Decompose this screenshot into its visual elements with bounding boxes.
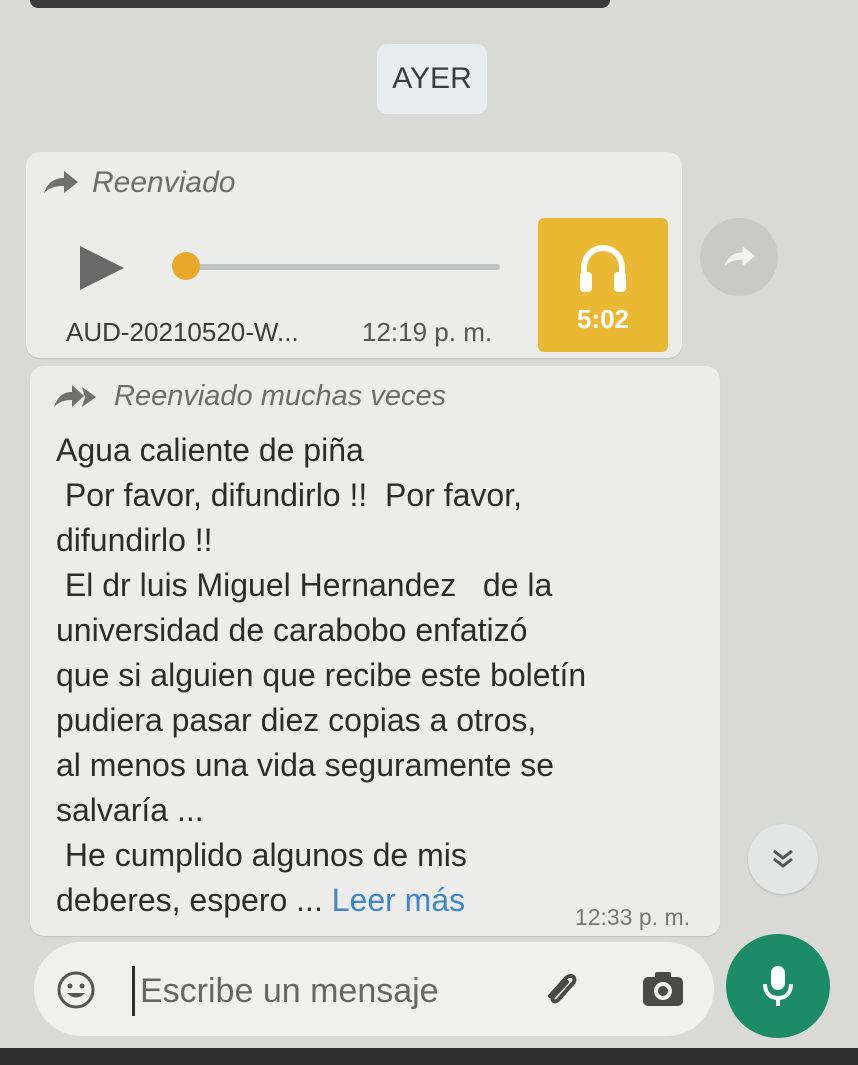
play-icon[interactable] <box>80 246 124 290</box>
audio-message-time: 12:19 p. m. <box>362 317 493 347</box>
microphone-icon <box>763 966 793 1006</box>
message-line: que si alguien que recibe este boletín <box>56 657 587 693</box>
audio-progress-knob[interactable] <box>172 252 200 280</box>
message-composer <box>34 942 714 1036</box>
message-line: salvaría ... <box>56 792 204 828</box>
date-separator: AYER <box>377 44 487 114</box>
audio-duration: 5:02 <box>576 304 630 334</box>
message-input[interactable] <box>138 962 522 1020</box>
message-line: Por favor, difundirlo !! Por favor, <box>56 477 522 513</box>
message-line: He cumplido algunos de mis <box>56 837 467 873</box>
message-line: pudiera pasar diez copias a otros, <box>56 702 537 738</box>
share-button[interactable] <box>700 218 778 296</box>
microphone-button[interactable] <box>726 934 830 1038</box>
message-last-line: deberes, espero ... Leer más <box>56 878 586 923</box>
message-line: Agua caliente de piña <box>56 432 364 468</box>
text-caret <box>132 966 135 1016</box>
message-body: Agua caliente de piña Por favor, difundi… <box>56 428 586 923</box>
read-more-link[interactable]: Leer más <box>332 882 465 918</box>
message-line: al menos una vida seguramente se <box>56 747 555 783</box>
audio-message-bubble[interactable]: Reenviado AUD-20210520-W... 12:19 p. m. … <box>26 152 682 358</box>
forwarded-label: Reenviado <box>92 166 236 199</box>
headphones-icon <box>580 244 626 292</box>
double-forward-icon <box>54 384 96 407</box>
audio-progress-track[interactable] <box>180 264 500 270</box>
forwarded-indicator: Reenviado <box>40 166 235 200</box>
double-chevron-down-icon <box>773 849 793 868</box>
forwarded-many-label: Reenviado muchas veces <box>114 380 447 412</box>
scroll-down-button[interactable] <box>748 824 818 894</box>
paperclip-icon[interactable] <box>538 966 584 1012</box>
forwarded-many-indicator: Reenviado muchas veces <box>50 380 446 413</box>
share-icon <box>724 246 756 266</box>
emoji-icon[interactable] <box>56 970 96 1010</box>
message-line: universidad de carabobo enfatizó <box>56 612 528 648</box>
message-line-text: deberes, espero ... <box>56 882 332 918</box>
audio-thumbnail: 5:02 <box>538 218 668 352</box>
text-message-bubble[interactable]: Reenviado muchas veces Agua caliente de … <box>30 366 720 936</box>
navigation-bar <box>0 1048 858 1065</box>
audio-file-name: AUD-20210520-W... <box>66 317 299 347</box>
message-line: El dr luis Miguel Hernandez de la <box>56 567 553 603</box>
forward-icon <box>44 171 78 193</box>
message-line: difundirlo !! <box>56 522 213 558</box>
camera-icon[interactable] <box>638 964 688 1014</box>
text-message-time: 12:33 p. m. <box>574 904 690 930</box>
previous-message-edge <box>30 0 610 8</box>
